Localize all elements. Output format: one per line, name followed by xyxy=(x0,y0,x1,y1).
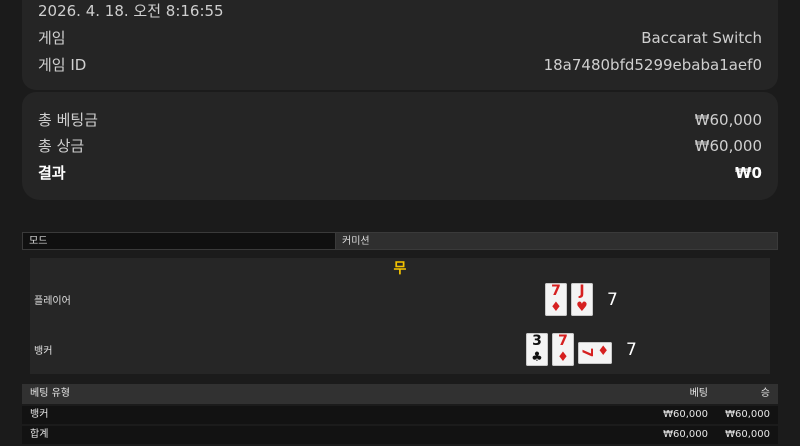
total-bet-label: 총 베팅금 xyxy=(38,111,98,129)
bet-type-cell: 뱅커 xyxy=(30,409,49,420)
datetime-row: 2026. 4. 18. 오전 8:16:55 xyxy=(38,0,762,21)
card-rank: 7 xyxy=(551,283,561,299)
win-amount-header: 승 xyxy=(760,388,770,399)
total-bet-value: ₩60,000 xyxy=(694,110,762,129)
game-id-label: 게임 ID xyxy=(38,56,87,74)
result-value: ₩0 xyxy=(735,163,762,182)
bet-table: 베팅 유형 베팅 승 뱅커 ₩60,000 ₩60,000 합계 ₩60,000… xyxy=(22,384,778,446)
player-label: 플레이어 xyxy=(34,296,71,307)
card-rank: 7 xyxy=(578,347,595,357)
summary-card: 총 베팅금 ₩60,000 총 상금 ₩60,000 결과 ₩0 xyxy=(22,92,778,200)
banker-label: 뱅커 xyxy=(34,346,53,357)
card-rank: 3 xyxy=(532,333,542,349)
win-amount-cell: ₩60,000 xyxy=(725,429,770,440)
game-label: 게임 xyxy=(38,29,66,47)
card-suit-icon: ♣ xyxy=(531,350,543,365)
player-score: 7 xyxy=(607,289,618,310)
result-label: 결과 xyxy=(38,164,66,182)
result-row: 결과 ₩0 xyxy=(38,162,762,183)
bet-amount-cell: ₩60,000 xyxy=(663,409,708,420)
total-win-label: 총 상금 xyxy=(38,137,85,155)
card-suit-icon: ♦ xyxy=(597,343,609,359)
table-row: 뱅커 ₩60,000 ₩60,000 xyxy=(22,406,778,424)
banker-card: 3 ♣ xyxy=(526,333,548,366)
card-suit-icon: ♦ xyxy=(557,350,569,365)
total-bet-row: 총 베팅금 ₩60,000 xyxy=(38,109,762,130)
round-datetime: 2026. 4. 18. 오전 8:16:55 xyxy=(38,2,224,20)
round-info-card: 2026. 4. 18. 오전 8:16:55 게임 Baccarat Swit… xyxy=(22,0,778,90)
total-win-row: 총 상금 ₩60,000 xyxy=(38,135,762,156)
banker-card: 7 ♦ xyxy=(578,341,612,364)
card-rank: 7 xyxy=(558,333,568,349)
player-hand: 7 ♦ J ♥ 7 xyxy=(545,283,618,316)
commission-label: 커미션 xyxy=(336,232,778,250)
table-row: 합계 ₩60,000 ₩60,000 xyxy=(22,426,778,444)
bet-table-header: 베팅 유형 베팅 승 xyxy=(22,384,778,404)
banker-card: 7 ♦ xyxy=(552,333,574,366)
player-card: 7 ♦ xyxy=(545,283,567,316)
game-id-value: 18a7480bfd5299ebaba1aef0 xyxy=(543,55,762,74)
player-card: J ♥ xyxy=(571,283,593,316)
mode-label: 모드 xyxy=(22,232,336,250)
win-amount-cell: ₩60,000 xyxy=(725,409,770,420)
bet-type-header: 베팅 유형 xyxy=(30,388,70,399)
card-rank: J xyxy=(579,283,585,299)
card-suit-icon: ♦ xyxy=(550,300,562,315)
mode-commission-header: 모드 커미션 xyxy=(22,232,778,250)
banker-hand: 3 ♣ 7 ♦ 7 ♦ 7 xyxy=(526,333,637,366)
card-suit-icon: ♥ xyxy=(576,300,588,315)
banker-score: 7 xyxy=(626,339,637,360)
bet-amount-header: 베팅 xyxy=(689,388,708,399)
game-id-row: 게임 ID 18a7480bfd5299ebaba1aef0 xyxy=(38,54,762,75)
bet-type-cell: 합계 xyxy=(30,429,49,440)
game-row: 게임 Baccarat Switch xyxy=(38,27,762,48)
game-value: Baccarat Switch xyxy=(641,28,762,47)
round-result-panel: 무 플레이어 7 ♦ J ♥ 7 뱅커 3 ♣ 7 ♦ 7 ♦ 7 xyxy=(30,258,770,374)
total-win-value: ₩60,000 xyxy=(694,136,762,155)
round-outcome: 무 xyxy=(393,261,407,277)
bet-amount-cell: ₩60,000 xyxy=(663,429,708,440)
